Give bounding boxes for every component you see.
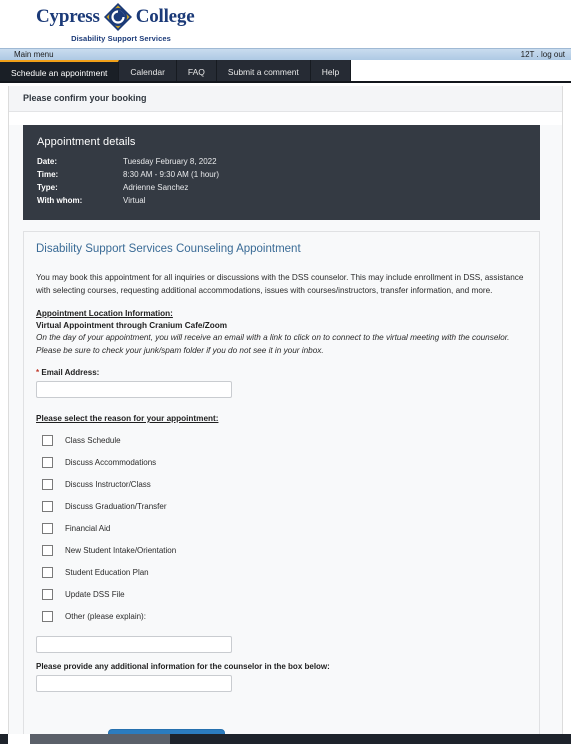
user-name: 12T [520, 50, 535, 59]
checkbox-label: Discuss Graduation/Transfer [65, 501, 167, 511]
site-header: Cypress College Disability Support Servi… [0, 0, 571, 48]
checkbox-label: Student Education Plan [65, 567, 149, 577]
row-value: Virtual [123, 196, 146, 205]
separator-dot: . [536, 50, 539, 59]
row-value: Adrienne Sanchez [123, 183, 189, 192]
checkbox-label: Other (please explain): [65, 611, 146, 621]
tab-help[interactable]: Help [310, 60, 352, 83]
checkbox-student-education-plan[interactable] [42, 566, 53, 578]
required-marker: * [36, 368, 40, 377]
list-item[interactable]: Other (please explain): [36, 605, 527, 627]
location-heading: Appointment Location Information: [36, 309, 173, 318]
row-key: With whom: [37, 196, 83, 205]
form-intro-text: You may book this appointment for all in… [36, 273, 524, 295]
form-actions: Cancel Confirm this booking [23, 716, 540, 734]
list-item[interactable]: Student Education Plan [36, 561, 527, 583]
table-row: Date: Tuesday February 8, 2022 [37, 156, 219, 169]
location-line: Virtual Appointment through Cranium Cafe… [36, 321, 228, 330]
additional-info-label: Please provide any additional informatio… [36, 662, 330, 671]
tab-faq[interactable]: FAQ [176, 60, 217, 83]
booking-form-panel: Disability Support Services Counseling A… [23, 231, 540, 716]
list-item[interactable]: Discuss Accommodations [36, 451, 527, 473]
form-heading: Disability Support Services Counseling A… [36, 243, 301, 255]
nav-filler [351, 60, 571, 83]
checkbox-label: Update DSS File [65, 589, 125, 599]
cypress-college-diamond-logo-icon [103, 2, 133, 32]
footer-strip [0, 734, 571, 744]
checkbox-discuss-instructor-class[interactable] [42, 478, 53, 490]
tab-label: Calendar [130, 66, 165, 77]
logout-link[interactable]: log out [541, 50, 565, 59]
reason-heading: Please select the reason for your appoin… [36, 414, 219, 423]
checkbox-other[interactable] [42, 610, 53, 622]
location-note: On the day of your appointment, you will… [36, 333, 510, 355]
tab-label: Submit a comment [227, 66, 299, 77]
page-title: Please confirm your booking [9, 86, 562, 112]
tab-label: Help [321, 66, 340, 77]
list-item[interactable]: Discuss Graduation/Transfer [36, 495, 527, 517]
tab-label: FAQ [187, 66, 205, 77]
main-menu-bar: Main menu 12T . log out [0, 48, 571, 60]
row-value: Tuesday February 8, 2022 [123, 157, 217, 166]
checkbox-update-dss-file[interactable] [42, 588, 53, 600]
email-field-label: * Email Address: [36, 368, 527, 377]
logo-text-left: Cypress [36, 6, 100, 27]
site-logo[interactable]: Cypress College Disability Support Servi… [36, 2, 216, 46]
checkbox-label: New Student Intake/Orientation [65, 545, 177, 555]
tab-calendar[interactable]: Calendar [119, 60, 177, 83]
checkbox-financial-aid[interactable] [42, 522, 53, 534]
row-key: Date: [37, 157, 58, 166]
main-menu-label: Main menu [14, 50, 54, 59]
checkbox-label: Discuss Accommodations [65, 457, 157, 467]
primary-nav: Schedule an appointment Calendar FAQ Sub… [0, 60, 571, 83]
row-value: 8:30 AM - 9:30 AM (1 hour) [123, 170, 220, 179]
row-key: Type: [37, 183, 58, 192]
row-key: Time: [37, 170, 59, 179]
page-container: Please confirm your booking Appointment … [8, 86, 563, 734]
list-item[interactable]: Financial Aid [36, 517, 527, 539]
appointment-details-card: Appointment details Date: Tuesday Februa… [23, 125, 540, 220]
logo-subtitle: Disability Support Services [71, 34, 171, 43]
footer-segment-light [8, 734, 30, 744]
table-row: Time: 8:30 AM - 9:30 AM (1 hour) [37, 169, 219, 182]
email-field[interactable] [36, 381, 232, 398]
table-row: With whom: Virtual [37, 195, 219, 208]
email-label-text: Email Address: [41, 368, 100, 377]
checkbox-new-student-intake-orientation[interactable] [42, 544, 53, 556]
additional-info-field[interactable] [36, 675, 232, 692]
tab-submit-a-comment[interactable]: Submit a comment [216, 60, 311, 83]
table-row: Type: Adrienne Sanchez [37, 182, 219, 195]
list-item[interactable]: Update DSS File [36, 583, 527, 605]
checkbox-discuss-graduation-transfer[interactable] [42, 500, 53, 512]
other-explain-field[interactable] [36, 636, 232, 653]
user-session-box: 12T . log out [521, 49, 565, 60]
checkbox-label: Financial Aid [65, 523, 111, 533]
appointment-details-title: Appointment details [37, 136, 136, 148]
tab-schedule-an-appointment[interactable]: Schedule an appointment [0, 60, 120, 83]
page-body: Appointment details Date: Tuesday Februa… [9, 125, 562, 734]
checkbox-discuss-accommodations[interactable] [42, 456, 53, 468]
checkbox-label: Class Schedule [65, 435, 121, 445]
tab-label: Schedule an appointment [11, 67, 108, 78]
checkbox-class-schedule[interactable] [42, 434, 53, 446]
list-item[interactable]: Class Schedule [36, 429, 527, 451]
appointment-details-table: Date: Tuesday February 8, 2022 Time: 8:3… [37, 156, 219, 208]
logo-text-right: College [135, 6, 195, 27]
list-item[interactable]: Discuss Instructor/Class [36, 473, 527, 495]
checkbox-label: Discuss Instructor/Class [65, 479, 151, 489]
list-item[interactable]: New Student Intake/Orientation [36, 539, 527, 561]
footer-segment-grey [30, 734, 170, 744]
